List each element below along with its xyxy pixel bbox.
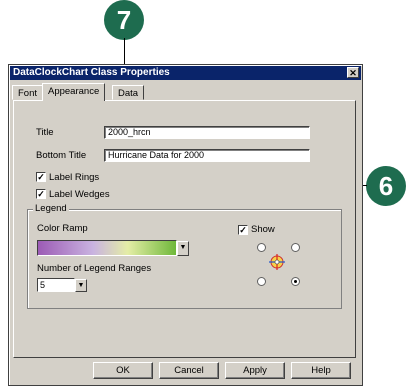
tab-data[interactable]: Data (112, 85, 145, 100)
ok-button[interactable]: OK (93, 362, 153, 379)
label-rings-label: Label Rings (49, 172, 100, 183)
tab-appearance[interactable]: Appearance (42, 83, 106, 101)
title-input[interactable]: 2000_hrcn (104, 126, 310, 139)
title-label: Title (36, 127, 54, 138)
bottom-title-label: Bottom Title (36, 150, 87, 161)
legend-group-title: Legend (33, 203, 69, 215)
close-button[interactable]: ✕ (347, 67, 359, 78)
label-rings-checkbox[interactable]: ✓ (36, 172, 46, 182)
color-ramp-dropdown-button[interactable]: ▼ (177, 241, 189, 256)
tab-font[interactable]: Font (12, 85, 44, 100)
show-legend-checkbox[interactable]: ✓ (238, 225, 248, 235)
label-wedges-label: Label Wedges (49, 189, 110, 200)
chevron-down-icon: ▼ (179, 244, 187, 251)
legend-position-bottom-right-radio[interactable] (291, 277, 300, 286)
legend-ranges-label: Number of Legend Ranges (37, 263, 152, 274)
close-icon: ✕ (349, 68, 357, 78)
apply-button[interactable]: Apply (225, 362, 285, 379)
help-button[interactable]: Help (291, 362, 351, 379)
check-icon: ✓ (239, 225, 247, 235)
callout-6: 6 (366, 166, 406, 206)
color-ramp-select[interactable] (37, 240, 177, 256)
callout-7: 7 (104, 0, 144, 40)
check-icon: ✓ (37, 172, 45, 182)
legend-ranges-dropdown-button[interactable]: ▼ (75, 279, 87, 292)
legend-position-bottom-left-radio[interactable] (257, 277, 266, 286)
chevron-down-icon: ▼ (77, 282, 85, 289)
show-legend-label: Show (251, 224, 275, 235)
bottom-title-input[interactable]: Hurricane Data for 2000 (104, 149, 310, 162)
legend-ranges-value: 5 (40, 280, 46, 290)
legend-position-top-left-radio[interactable] (257, 243, 266, 252)
cancel-button[interactable]: Cancel (159, 362, 219, 379)
legend-ranges-select[interactable]: 5 (37, 278, 75, 292)
label-wedges-checkbox[interactable]: ✓ (36, 189, 46, 199)
legend-position-compass-icon (269, 254, 285, 270)
check-icon: ✓ (37, 189, 45, 199)
dialog-titlebar: DataClockChart Class Properties ✕ (10, 66, 361, 80)
properties-dialog: DataClockChart Class Properties ✕ Font A… (8, 64, 363, 386)
legend-position-top-right-radio[interactable] (291, 243, 300, 252)
color-ramp-label: Color Ramp (37, 223, 88, 234)
dialog-title: DataClockChart Class Properties (13, 67, 170, 78)
